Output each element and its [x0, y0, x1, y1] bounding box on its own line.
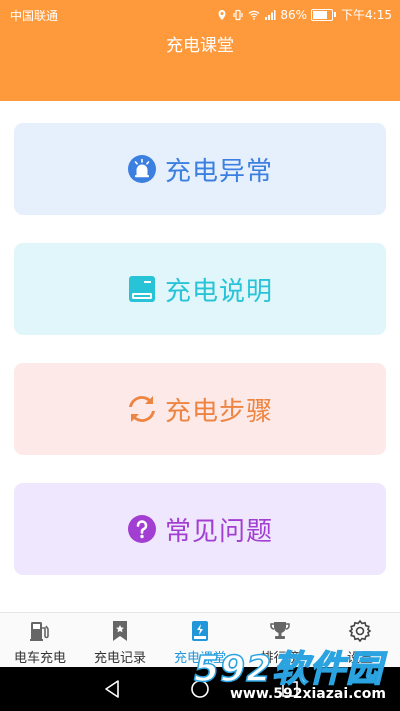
card-charging-exception[interactable]: 充电异常: [14, 123, 386, 215]
home-icon[interactable]: [188, 677, 212, 701]
location-icon: [218, 9, 226, 20]
page-title: 充电课堂: [166, 36, 234, 56]
status-indicators: 86% 下午4:15: [216, 6, 392, 23]
tab-charging-records[interactable]: 充电记录: [80, 613, 160, 668]
vibrate-icon: [233, 9, 243, 20]
back-icon[interactable]: [100, 677, 124, 701]
tab-settings[interactable]: 设置: [320, 613, 400, 668]
recents-icon[interactable]: [278, 677, 302, 701]
refresh-icon: [128, 396, 155, 422]
battery-percent: 86%: [280, 7, 308, 22]
signal-icon: [265, 9, 276, 20]
tab-label: 充电课堂: [173, 651, 226, 666]
tab-ev-charging[interactable]: 电车充电: [0, 613, 80, 668]
status-bar: 中国联通 86% 下午4:15: [0, 0, 400, 28]
wifi-icon: [248, 10, 260, 20]
clock: 下午4:15: [341, 8, 392, 22]
card-charging-steps[interactable]: 充电步骤: [14, 363, 386, 455]
card-label: 充电说明: [164, 276, 273, 307]
card-label: 常见问题: [164, 516, 273, 547]
tab-label: 设置: [346, 651, 373, 666]
tab-leaderboard[interactable]: 排行榜: [240, 613, 320, 668]
bottom-tab-bar: 电车充电 充电记录 充电课堂 排行榜 设置: [0, 612, 400, 668]
tab-label: 排行榜: [260, 651, 300, 666]
card-charging-instructions[interactable]: 充电说明: [14, 243, 386, 335]
tab-charging-class[interactable]: 充电课堂: [160, 613, 240, 668]
trophy-icon: [270, 622, 290, 639]
card-faq[interactable]: 常见问题: [14, 483, 386, 575]
battery-icon: [311, 8, 337, 21]
bookmark-icon: [113, 621, 127, 641]
card-label: 充电异常: [164, 156, 273, 187]
app-header: 中国联通 86% 下午4:15 充电课堂: [0, 0, 400, 101]
tab-label: 充电记录: [93, 651, 146, 666]
card-label: 充电步骤: [164, 396, 273, 427]
alarm-icon: [127, 155, 156, 183]
carrier-label: 中国联通: [10, 9, 59, 23]
gear-icon: [348, 619, 372, 643]
tab-label: 电车充电: [13, 651, 66, 666]
book-icon: [128, 276, 155, 302]
question-icon: [127, 515, 156, 543]
system-nav-bar: [0, 667, 400, 711]
charging-station-icon: [30, 622, 49, 641]
book-icon: [192, 621, 208, 641]
